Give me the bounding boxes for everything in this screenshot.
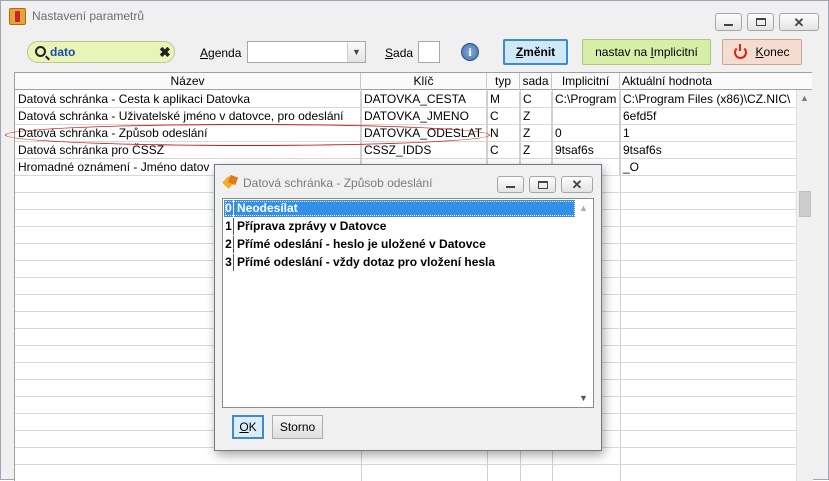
minimize-icon bbox=[506, 186, 515, 188]
maximize-button[interactable] bbox=[747, 13, 774, 31]
dialog-minimize-button[interactable] bbox=[497, 176, 524, 193]
dialog-title: Datová schránka - Způsob odeslání bbox=[243, 176, 433, 190]
sada-label: Sada bbox=[385, 46, 414, 60]
search-box[interactable]: ✖ bbox=[27, 41, 175, 63]
sada-input[interactable] bbox=[418, 41, 440, 63]
dialog-maximize-button[interactable] bbox=[529, 176, 556, 193]
set-implicit-button[interactable]: nastav na Implicitní bbox=[582, 39, 711, 65]
minimize-icon bbox=[724, 23, 733, 26]
grid-header: Název Klíč typ sada Implicitní Aktuální … bbox=[15, 73, 812, 90]
agenda-select[interactable]: ▼ bbox=[247, 41, 366, 63]
col-header-aktualni[interactable]: Aktuální hodnota bbox=[620, 73, 812, 90]
close-button[interactable]: ✕ bbox=[779, 13, 819, 31]
scroll-up-icon[interactable]: ▲ bbox=[579, 203, 588, 213]
minimize-button[interactable] bbox=[715, 13, 742, 31]
grid-vertical-scrollbar[interactable]: ▲ bbox=[796, 90, 813, 481]
col-header-nazev[interactable]: Název bbox=[15, 73, 361, 90]
info-icon[interactable]: i bbox=[461, 43, 479, 61]
power-icon bbox=[734, 43, 748, 59]
list-item[interactable]: 2 Přímé odeslání - heslo je uložené v Dat… bbox=[224, 236, 576, 253]
option-list[interactable]: 0 Neodesílat 1 Příprava zprávy v Datovce 2… bbox=[222, 198, 594, 408]
agenda-label: Agenda bbox=[200, 46, 242, 60]
scrollbar-thumb[interactable] bbox=[799, 191, 811, 217]
konec-button[interactable]: Konec bbox=[722, 39, 802, 65]
title-bar: Nastavení parametrů ✕ bbox=[1, 1, 828, 31]
list-item[interactable]: 0 Neodesílat bbox=[224, 200, 576, 217]
scroll-down-icon[interactable]: ▼ bbox=[579, 393, 588, 403]
clear-icon[interactable]: ✖ bbox=[159, 44, 171, 61]
maximize-icon bbox=[755, 18, 766, 26]
app-logo-icon bbox=[9, 8, 26, 25]
search-icon bbox=[35, 46, 46, 57]
list-scrollbar[interactable]: ▲ ▼ bbox=[575, 200, 592, 406]
list-item[interactable]: 3 Přímé odeslání - vždy dotaz pro vložení… bbox=[224, 254, 576, 271]
zmenit-button[interactable]: Změnit bbox=[503, 39, 568, 65]
option-dialog: Datová schránka - Způsob odeslání ✕ 0 Neo… bbox=[214, 164, 602, 451]
search-input[interactable] bbox=[50, 44, 154, 60]
highlight-ellipse bbox=[5, 124, 490, 146]
chevron-down-icon[interactable]: ▼ bbox=[347, 42, 365, 62]
table-row[interactable] bbox=[15, 465, 812, 481]
list-item[interactable]: 1 Příprava zprávy v Datovce bbox=[224, 218, 576, 235]
close-icon: ✕ bbox=[793, 14, 805, 30]
dialog-close-button[interactable]: ✕ bbox=[561, 176, 593, 193]
close-icon: ✕ bbox=[571, 177, 583, 192]
table-row[interactable]: Datová schránka - Uživatelské jméno v da… bbox=[15, 108, 812, 125]
col-header-typ[interactable]: typ bbox=[487, 73, 520, 90]
ok-button[interactable]: OK bbox=[232, 415, 264, 439]
col-header-implicitni[interactable]: Implicitní bbox=[552, 73, 620, 90]
dialog-logo-icon bbox=[222, 174, 239, 190]
col-header-sada[interactable]: sada bbox=[520, 73, 552, 90]
window-title: Nastavení parametrů bbox=[32, 9, 145, 23]
maximize-icon bbox=[537, 180, 548, 189]
col-header-klic[interactable]: Klíč bbox=[361, 73, 487, 90]
storno-button[interactable]: Storno bbox=[272, 415, 323, 439]
scroll-up-icon[interactable]: ▲ bbox=[800, 93, 809, 103]
table-row[interactable]: Datová schránka - Cesta k aplikaci Datov… bbox=[15, 91, 812, 108]
